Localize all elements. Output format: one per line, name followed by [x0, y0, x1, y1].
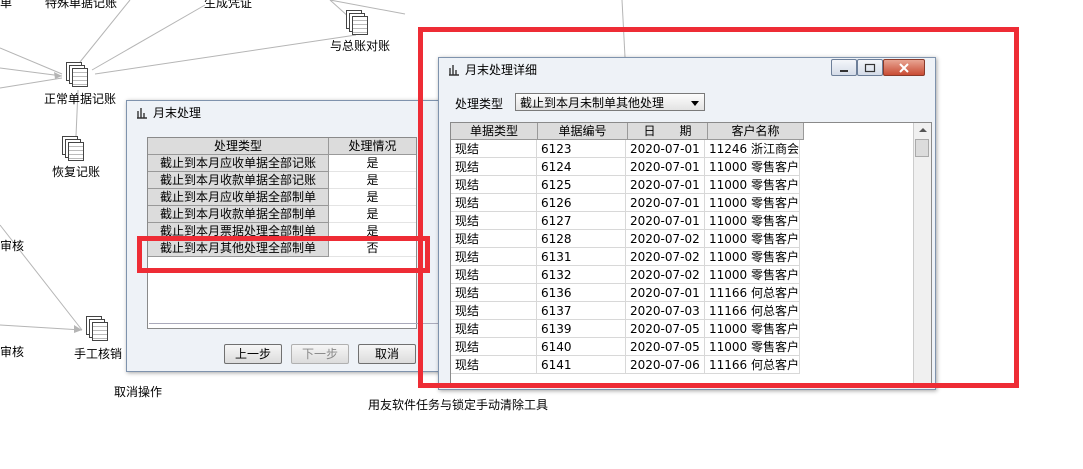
- month-end-row[interactable]: 截止到本月应收单据全部记账是: [148, 155, 416, 172]
- app-window-icon: [137, 108, 147, 119]
- flow-node-label: 与总账对账: [330, 39, 391, 53]
- prev-step-button[interactable]: 上一步: [224, 344, 282, 364]
- row-type: 截止到本月收款单据全部记账: [148, 172, 329, 189]
- highlight-box-detail: [418, 27, 1019, 388]
- month-end-grid-header: 处理类型 处理情况: [148, 138, 416, 155]
- document-stack-icon: [344, 10, 368, 35]
- cancel-operation-label[interactable]: 取消操作: [114, 383, 162, 400]
- month-end-row[interactable]: 截止到本月收款单据全部制单是: [148, 206, 416, 223]
- cancel-button[interactable]: 取消: [358, 344, 416, 364]
- document-stack-icon: [84, 316, 108, 341]
- row-status: 是: [329, 172, 416, 189]
- flow-node-label: 手工核销: [74, 347, 123, 361]
- month-end-title: 月末处理: [153, 106, 202, 120]
- flow-node-partial-label: 审核: [0, 239, 25, 253]
- document-stack-icon: [60, 136, 84, 161]
- flow-node-label: 特殊单据记账: [45, 0, 118, 10]
- flow-node-label: 恢复记账: [52, 165, 101, 179]
- row-type: 截止到本月应收单据全部记账: [148, 155, 329, 172]
- row-status: 是: [329, 155, 416, 172]
- row-type: 截止到本月应收单据全部制单: [148, 189, 329, 206]
- flow-node-partial-label: 审核: [0, 345, 25, 359]
- row-status: 是: [329, 189, 416, 206]
- dialog-separator: [149, 323, 439, 324]
- flow-node-label: 生成凭证: [204, 0, 253, 10]
- month-end-grid[interactable]: 处理类型 处理情况 截止到本月应收单据全部记账是 截止到本月收款单据全部记账是 …: [147, 137, 417, 329]
- month-end-titlebar[interactable]: 月末处理: [127, 101, 442, 125]
- col-header-status: 处理情况: [329, 138, 416, 155]
- flow-node-partial-label: 单: [0, 0, 13, 10]
- document-stack-icon: [64, 62, 88, 87]
- month-end-row[interactable]: 截止到本月应收单据全部制单是: [148, 189, 416, 206]
- row-type: 截止到本月收款单据全部制单: [148, 206, 329, 223]
- col-header-type: 处理类型: [148, 138, 329, 155]
- yonyou-lock-clear-tool-label[interactable]: 用友软件任务与锁定手动清除工具: [368, 396, 548, 413]
- month-end-row[interactable]: 截止到本月收款单据全部记账是: [148, 172, 416, 189]
- row-status: 是: [329, 206, 416, 223]
- flow-node-label: 正常单据记账: [44, 92, 117, 106]
- next-step-button[interactable]: 下一步: [291, 344, 349, 364]
- highlight-box-other-processing: [137, 236, 430, 273]
